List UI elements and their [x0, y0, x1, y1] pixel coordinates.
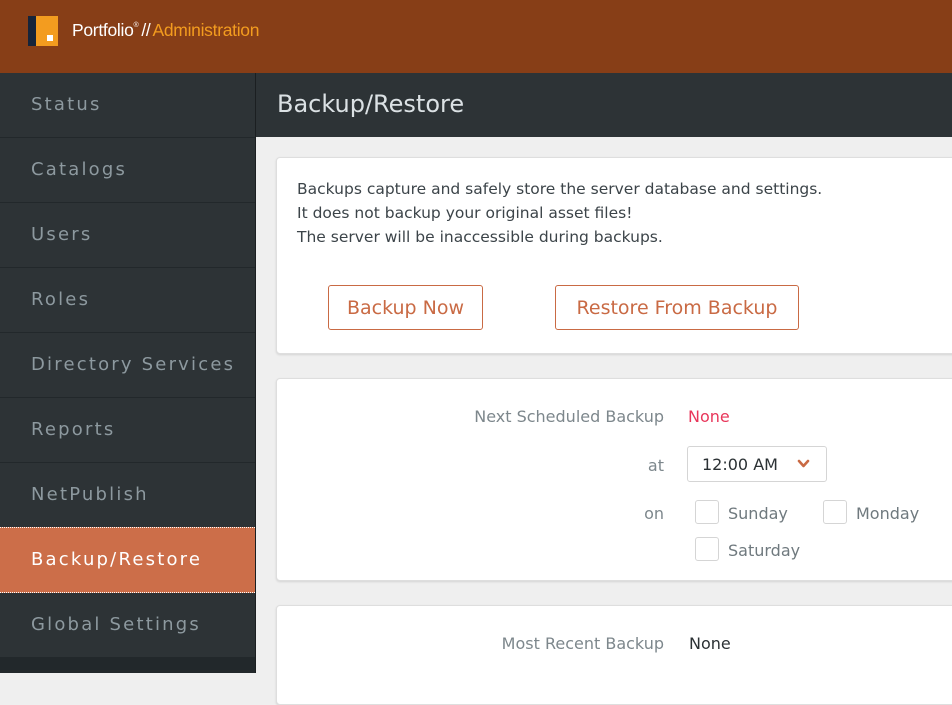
monday-label: Monday	[856, 504, 920, 523]
sidebar-item-label: Catalogs	[31, 159, 128, 180]
brand-section: Administration	[152, 20, 260, 40]
sidebar-item-label: Global Settings	[31, 614, 201, 635]
sidebar-item-label: Roles	[31, 289, 91, 310]
time-select-value: 12:00 AM	[702, 455, 778, 474]
monday-checkbox[interactable]	[823, 500, 847, 524]
sidebar-nav: Status Catalogs Users Roles Directory Se…	[0, 73, 255, 673]
sidebar-item-directory-services[interactable]: Directory Services	[0, 333, 255, 398]
next-scheduled-label: Next Scheduled Backup	[474, 407, 664, 426]
recent-backup-card: Most Recent Backup None	[276, 605, 952, 705]
sidebar-item-reports[interactable]: Reports	[0, 398, 255, 463]
sidebar-item-global-settings[interactable]: Global Settings	[0, 593, 255, 658]
most-recent-label: Most Recent Backup	[501, 634, 664, 653]
sidebar-item-status[interactable]: Status	[0, 73, 255, 138]
most-recent-value: None	[689, 634, 731, 653]
info-text: The server will be inaccessible during b…	[297, 228, 663, 246]
sidebar-item-catalogs[interactable]: Catalogs	[0, 138, 255, 203]
sidebar-item-label: NetPublish	[31, 484, 149, 505]
schedule-card: Next Scheduled Backup None at 12:00 AM o…	[276, 378, 952, 581]
sidebar-item-roles[interactable]: Roles	[0, 268, 255, 333]
brand-title: Portfolio®//Administration	[72, 20, 259, 41]
sidebar-item-label: Directory Services	[31, 354, 236, 375]
page-title: Backup/Restore	[277, 90, 465, 118]
registered-mark: ®	[133, 22, 139, 29]
sidebar-item-label: Reports	[31, 419, 116, 440]
sunday-checkbox[interactable]	[695, 500, 719, 524]
sidebar-item-netpublish[interactable]: NetPublish	[0, 463, 255, 528]
next-scheduled-value: None	[688, 407, 730, 426]
brand-name: Portfolio	[72, 20, 134, 40]
info-text: It does not backup your original asset f…	[297, 204, 633, 222]
sidebar-item-label: Backup/Restore	[31, 549, 203, 570]
at-label: at	[647, 456, 664, 475]
time-select[interactable]: 12:00 AM	[687, 446, 827, 482]
portfolio-logo-icon	[28, 16, 58, 46]
saturday-checkbox[interactable]	[695, 537, 719, 561]
on-label: on	[644, 504, 664, 523]
brand-separator: //	[141, 20, 151, 40]
info-text: Backups capture and safely store the ser…	[297, 180, 823, 198]
chevron-down-icon	[797, 459, 810, 468]
backup-now-button[interactable]: Backup Now	[328, 285, 483, 330]
sunday-label: Sunday	[728, 504, 788, 523]
backup-card: Backups capture and safely store the ser…	[276, 157, 952, 354]
sidebar-divider	[255, 73, 256, 673]
saturday-label: Saturday	[728, 541, 801, 560]
restore-from-backup-button[interactable]: Restore From Backup	[555, 285, 799, 330]
sidebar-item-backup-restore[interactable]: Backup/Restore	[0, 527, 255, 593]
top-bar: Portfolio®//Administration	[0, 0, 952, 73]
sidebar-item-label: Status	[31, 94, 102, 115]
page-header: Backup/Restore	[256, 73, 952, 137]
sidebar-item-label: Users	[31, 224, 93, 245]
sidebar-item-users[interactable]: Users	[0, 203, 255, 268]
